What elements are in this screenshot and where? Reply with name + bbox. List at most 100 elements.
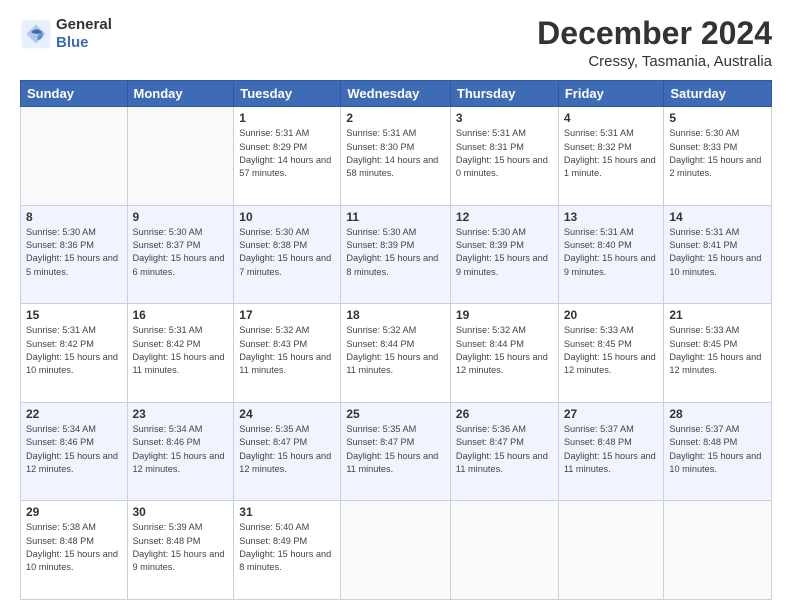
calendar-cell <box>341 501 451 600</box>
day-number: 14 <box>669 210 766 224</box>
calendar-cell: 5 Sunrise: 5:30 AMSunset: 8:33 PMDayligh… <box>664 107 772 206</box>
col-thursday: Thursday <box>450 81 558 107</box>
day-detail: Sunrise: 5:31 AMSunset: 8:40 PMDaylight:… <box>564 227 656 277</box>
day-detail: Sunrise: 5:33 AMSunset: 8:45 PMDaylight:… <box>564 325 656 375</box>
day-number: 27 <box>564 407 659 421</box>
calendar-cell: 12 Sunrise: 5:30 AMSunset: 8:39 PMDaylig… <box>450 205 558 304</box>
day-detail: Sunrise: 5:32 AMSunset: 8:43 PMDaylight:… <box>239 325 331 375</box>
title-block: December 2024 Cressy, Tasmania, Australi… <box>537 16 772 70</box>
calendar-week-5: 29 Sunrise: 5:38 AMSunset: 8:48 PMDaylig… <box>21 501 772 600</box>
calendar-cell: 19 Sunrise: 5:32 AMSunset: 8:44 PMDaylig… <box>450 304 558 403</box>
calendar-cell: 16 Sunrise: 5:31 AMSunset: 8:42 PMDaylig… <box>127 304 234 403</box>
col-sunday: Sunday <box>21 81 128 107</box>
calendar-cell: 14 Sunrise: 5:31 AMSunset: 8:41 PMDaylig… <box>664 205 772 304</box>
header: General Blue December 2024 Cressy, Tasma… <box>20 16 772 70</box>
calendar-week-1: 1 Sunrise: 5:31 AMSunset: 8:29 PMDayligh… <box>21 107 772 206</box>
day-number: 21 <box>669 308 766 322</box>
day-detail: Sunrise: 5:37 AMSunset: 8:48 PMDaylight:… <box>564 424 656 474</box>
day-number: 23 <box>133 407 229 421</box>
day-number: 22 <box>26 407 122 421</box>
day-detail: Sunrise: 5:39 AMSunset: 8:48 PMDaylight:… <box>133 522 225 572</box>
day-detail: Sunrise: 5:38 AMSunset: 8:48 PMDaylight:… <box>26 522 118 572</box>
col-monday: Monday <box>127 81 234 107</box>
calendar-cell: 21 Sunrise: 5:33 AMSunset: 8:45 PMDaylig… <box>664 304 772 403</box>
calendar-body: 1 Sunrise: 5:31 AMSunset: 8:29 PMDayligh… <box>21 107 772 600</box>
day-number: 28 <box>669 407 766 421</box>
calendar-cell: 8 Sunrise: 5:30 AMSunset: 8:36 PMDayligh… <box>21 205 128 304</box>
calendar-cell: 4 Sunrise: 5:31 AMSunset: 8:32 PMDayligh… <box>558 107 664 206</box>
calendar-cell: 13 Sunrise: 5:31 AMSunset: 8:40 PMDaylig… <box>558 205 664 304</box>
logo-icon <box>20 18 52 50</box>
calendar-table: Sunday Monday Tuesday Wednesday Thursday… <box>20 80 772 600</box>
calendar-cell: 9 Sunrise: 5:30 AMSunset: 8:37 PMDayligh… <box>127 205 234 304</box>
calendar-cell: 3 Sunrise: 5:31 AMSunset: 8:31 PMDayligh… <box>450 107 558 206</box>
location: Cressy, Tasmania, Australia <box>537 53 772 70</box>
calendar-cell <box>450 501 558 600</box>
day-detail: Sunrise: 5:32 AMSunset: 8:44 PMDaylight:… <box>456 325 548 375</box>
day-detail: Sunrise: 5:30 AMSunset: 8:39 PMDaylight:… <box>346 227 438 277</box>
day-detail: Sunrise: 5:35 AMSunset: 8:47 PMDaylight:… <box>346 424 438 474</box>
calendar-cell: 28 Sunrise: 5:37 AMSunset: 8:48 PMDaylig… <box>664 402 772 501</box>
calendar-cell: 27 Sunrise: 5:37 AMSunset: 8:48 PMDaylig… <box>558 402 664 501</box>
day-detail: Sunrise: 5:33 AMSunset: 8:45 PMDaylight:… <box>669 325 761 375</box>
day-detail: Sunrise: 5:30 AMSunset: 8:33 PMDaylight:… <box>669 128 761 178</box>
day-number: 26 <box>456 407 553 421</box>
calendar-week-3: 15 Sunrise: 5:31 AMSunset: 8:42 PMDaylig… <box>21 304 772 403</box>
day-detail: Sunrise: 5:36 AMSunset: 8:47 PMDaylight:… <box>456 424 548 474</box>
logo: General Blue <box>20 16 112 52</box>
day-number: 9 <box>133 210 229 224</box>
header-row: Sunday Monday Tuesday Wednesday Thursday… <box>21 81 772 107</box>
day-detail: Sunrise: 5:34 AMSunset: 8:46 PMDaylight:… <box>133 424 225 474</box>
day-number: 5 <box>669 111 766 125</box>
day-number: 24 <box>239 407 335 421</box>
day-number: 13 <box>564 210 659 224</box>
day-number: 29 <box>26 505 122 519</box>
day-detail: Sunrise: 5:40 AMSunset: 8:49 PMDaylight:… <box>239 522 331 572</box>
page: General Blue December 2024 Cressy, Tasma… <box>0 0 792 612</box>
day-number: 2 <box>346 111 445 125</box>
col-saturday: Saturday <box>664 81 772 107</box>
day-number: 8 <box>26 210 122 224</box>
calendar-cell <box>558 501 664 600</box>
day-detail: Sunrise: 5:34 AMSunset: 8:46 PMDaylight:… <box>26 424 118 474</box>
calendar-cell: 18 Sunrise: 5:32 AMSunset: 8:44 PMDaylig… <box>341 304 451 403</box>
day-detail: Sunrise: 5:31 AMSunset: 8:32 PMDaylight:… <box>564 128 656 178</box>
calendar-cell: 23 Sunrise: 5:34 AMSunset: 8:46 PMDaylig… <box>127 402 234 501</box>
day-detail: Sunrise: 5:30 AMSunset: 8:37 PMDaylight:… <box>133 227 225 277</box>
day-detail: Sunrise: 5:30 AMSunset: 8:38 PMDaylight:… <box>239 227 331 277</box>
calendar-cell: 26 Sunrise: 5:36 AMSunset: 8:47 PMDaylig… <box>450 402 558 501</box>
calendar-cell: 22 Sunrise: 5:34 AMSunset: 8:46 PMDaylig… <box>21 402 128 501</box>
day-number: 1 <box>239 111 335 125</box>
col-friday: Friday <box>558 81 664 107</box>
day-number: 3 <box>456 111 553 125</box>
day-number: 20 <box>564 308 659 322</box>
calendar-cell: 25 Sunrise: 5:35 AMSunset: 8:47 PMDaylig… <box>341 402 451 501</box>
calendar-cell <box>21 107 128 206</box>
day-number: 4 <box>564 111 659 125</box>
day-number: 31 <box>239 505 335 519</box>
calendar-cell: 1 Sunrise: 5:31 AMSunset: 8:29 PMDayligh… <box>234 107 341 206</box>
calendar-cell: 31 Sunrise: 5:40 AMSunset: 8:49 PMDaylig… <box>234 501 341 600</box>
day-detail: Sunrise: 5:31 AMSunset: 8:41 PMDaylight:… <box>669 227 761 277</box>
calendar-cell: 2 Sunrise: 5:31 AMSunset: 8:30 PMDayligh… <box>341 107 451 206</box>
day-detail: Sunrise: 5:31 AMSunset: 8:42 PMDaylight:… <box>26 325 118 375</box>
day-number: 17 <box>239 308 335 322</box>
day-number: 19 <box>456 308 553 322</box>
calendar-cell: 30 Sunrise: 5:39 AMSunset: 8:48 PMDaylig… <box>127 501 234 600</box>
calendar-cell: 15 Sunrise: 5:31 AMSunset: 8:42 PMDaylig… <box>21 304 128 403</box>
calendar-cell: 20 Sunrise: 5:33 AMSunset: 8:45 PMDaylig… <box>558 304 664 403</box>
day-detail: Sunrise: 5:35 AMSunset: 8:47 PMDaylight:… <box>239 424 331 474</box>
day-detail: Sunrise: 5:31 AMSunset: 8:42 PMDaylight:… <box>133 325 225 375</box>
calendar-cell: 24 Sunrise: 5:35 AMSunset: 8:47 PMDaylig… <box>234 402 341 501</box>
calendar-cell: 11 Sunrise: 5:30 AMSunset: 8:39 PMDaylig… <box>341 205 451 304</box>
day-number: 10 <box>239 210 335 224</box>
calendar-cell: 10 Sunrise: 5:30 AMSunset: 8:38 PMDaylig… <box>234 205 341 304</box>
calendar-cell <box>664 501 772 600</box>
day-detail: Sunrise: 5:30 AMSunset: 8:36 PMDaylight:… <box>26 227 118 277</box>
day-detail: Sunrise: 5:37 AMSunset: 8:48 PMDaylight:… <box>669 424 761 474</box>
day-number: 25 <box>346 407 445 421</box>
day-detail: Sunrise: 5:31 AMSunset: 8:30 PMDaylight:… <box>346 128 438 178</box>
col-wednesday: Wednesday <box>341 81 451 107</box>
day-number: 16 <box>133 308 229 322</box>
calendar-week-4: 22 Sunrise: 5:34 AMSunset: 8:46 PMDaylig… <box>21 402 772 501</box>
